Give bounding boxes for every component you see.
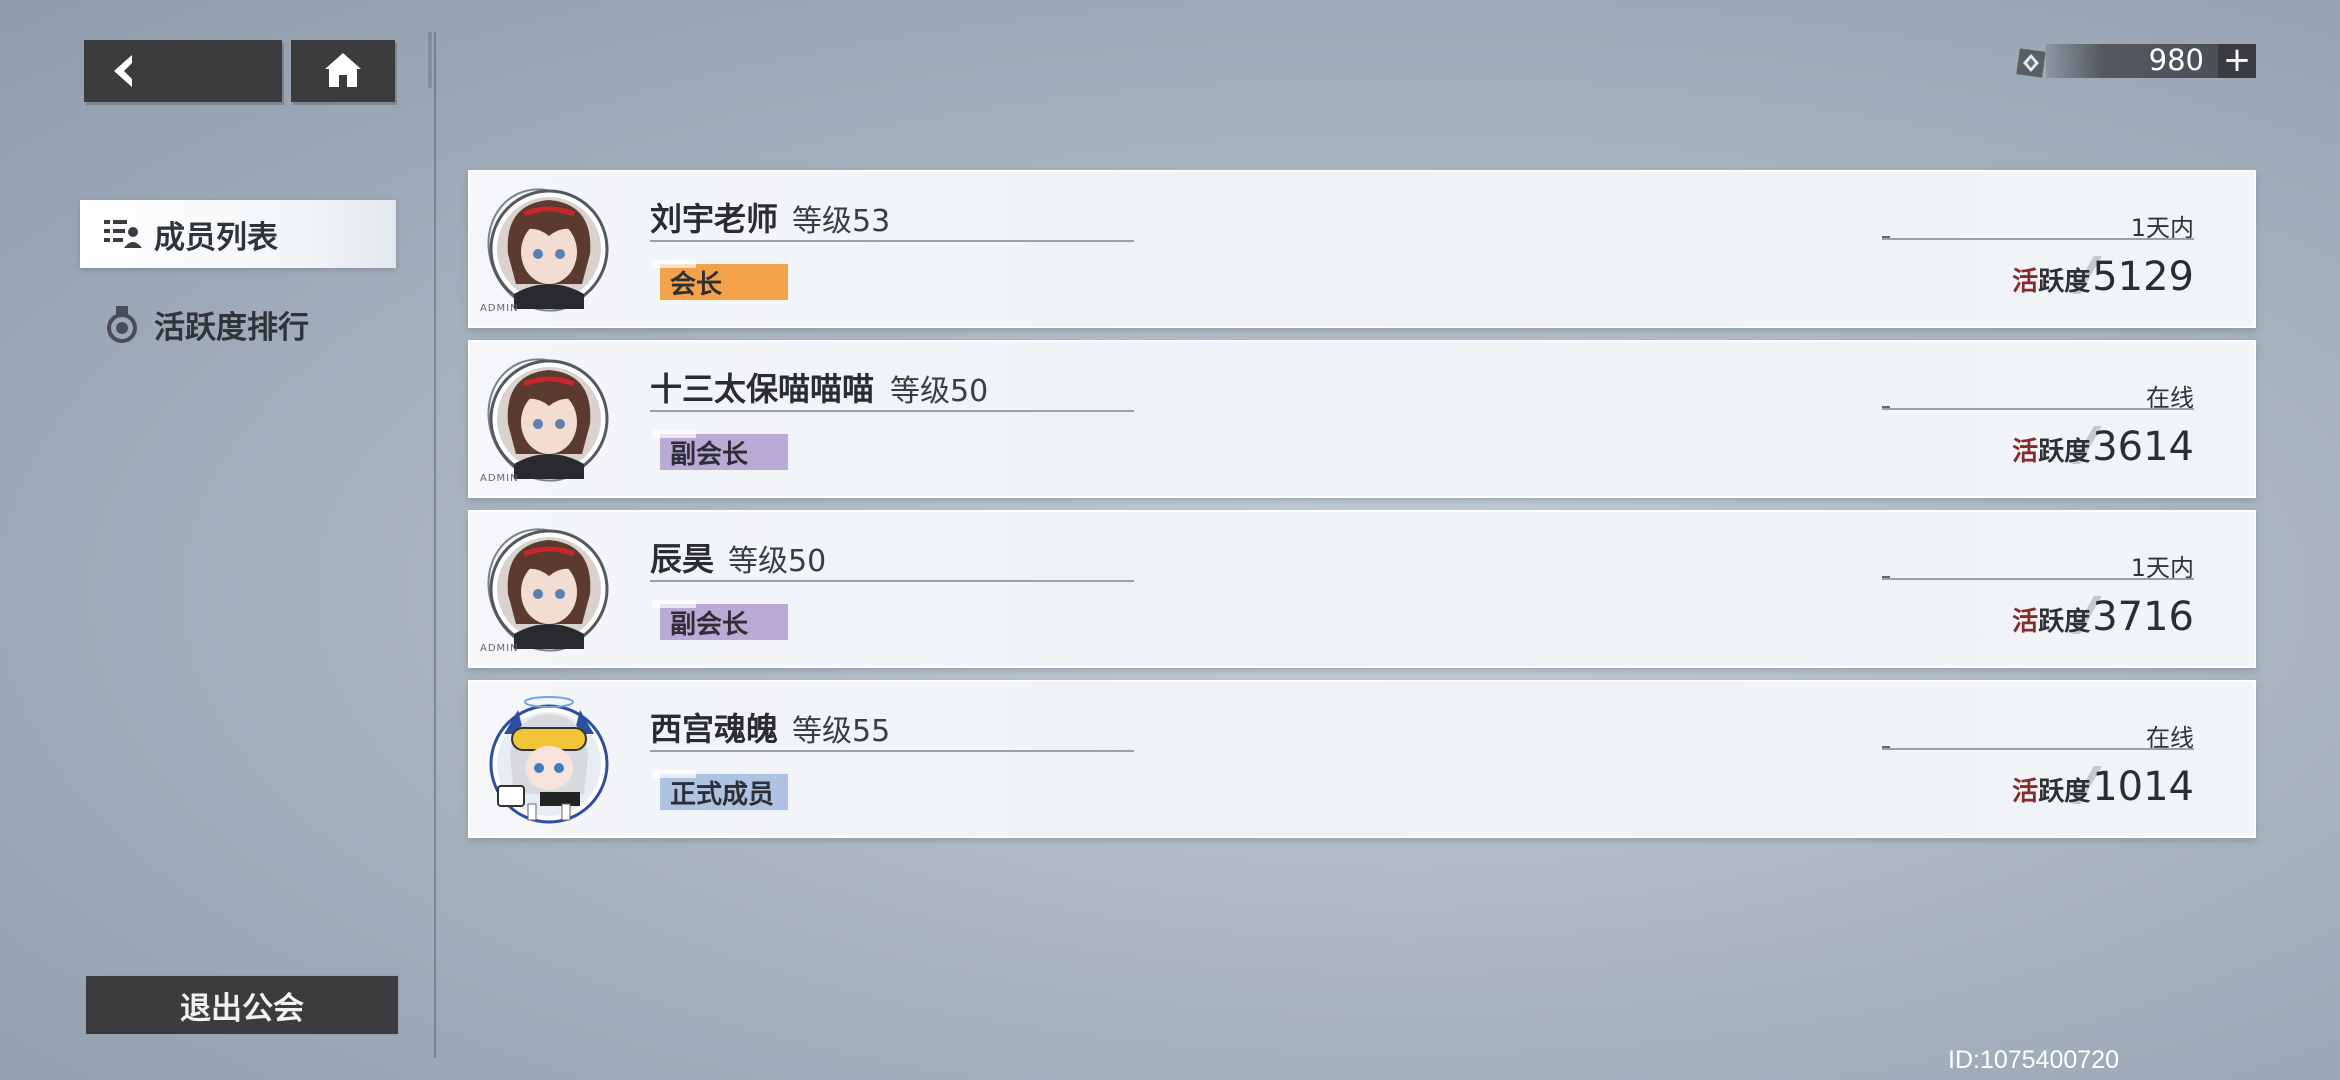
- admin-tag: ADMIN: [480, 303, 519, 314]
- name-underline: [650, 410, 1134, 412]
- member-level: 等级50: [890, 374, 989, 409]
- quit-guild-button[interactable]: 退出公会: [84, 974, 400, 1036]
- activity-value: 3716: [2092, 594, 2194, 640]
- currency-value: 980: [2148, 43, 2204, 77]
- quit-guild-label: 退出公会: [180, 990, 304, 1027]
- member-name: 辰昊: [650, 540, 715, 578]
- medal-icon: [107, 306, 137, 343]
- member-card[interactable]: ADMIN 刘宇老师 等级53 会长 1天内 活跃度 5129: [468, 170, 2256, 328]
- activity-label: 活跃度: [2012, 777, 2091, 807]
- role-label: 副会长: [670, 609, 749, 640]
- avatar: [487, 188, 609, 312]
- admin-tag: ADMIN: [480, 473, 519, 484]
- activity-label: 活跃度: [2012, 607, 2091, 637]
- activity-label: 活跃度: [2012, 437, 2091, 467]
- role-label: 副会长: [670, 439, 749, 470]
- nav-item-activity-ranking[interactable]: 活跃度排行: [80, 290, 396, 358]
- currency-crystal-icon: [2016, 48, 2046, 78]
- currency-bar: [2046, 44, 2232, 78]
- name-underline: [650, 580, 1134, 582]
- activity-value: 1014: [2092, 764, 2194, 810]
- status-underline: [1882, 578, 2194, 580]
- nav-item-label: 成员列表: [154, 219, 278, 256]
- home-button[interactable]: [291, 40, 395, 102]
- nav-item-member-list[interactable]: 成员列表: [80, 200, 396, 268]
- status-underline: [1882, 238, 2194, 240]
- add-currency-button[interactable]: +: [2218, 43, 2256, 78]
- member-card[interactable]: ADMIN 辰昊 等级50 副会长 1天内 活跃度 3716: [468, 510, 2256, 668]
- role-badge: 副会长: [652, 430, 788, 470]
- member-level: 等级53: [792, 204, 891, 239]
- member-name: 刘宇老师: [650, 200, 779, 238]
- status-underline: [1882, 408, 2194, 410]
- back-button[interactable]: [84, 40, 282, 102]
- member-card[interactable]: 西宫魂魄 等级55 正式成员 在线 活跃度 1014: [468, 680, 2256, 838]
- back-arrow-icon: [114, 55, 132, 87]
- admin-tag: ADMIN: [480, 643, 519, 654]
- activity-score: 活跃度 5129: [2012, 254, 2194, 300]
- member-level: 等级50: [728, 544, 827, 579]
- activity-score: 活跃度 3614: [2012, 424, 2194, 470]
- activity-score: 活跃度 1014: [2012, 764, 2194, 810]
- avatar: [489, 696, 609, 824]
- role-badge: 会长: [652, 260, 788, 300]
- member-card[interactable]: ADMIN 十三太保喵喵喵 等级50 副会长 在线 活跃度 3614: [468, 340, 2256, 498]
- nav-item-label: 活跃度排行: [154, 309, 309, 346]
- home-icon: [325, 53, 361, 87]
- member-list-icon: [104, 220, 142, 248]
- activity-value: 5129: [2092, 254, 2194, 300]
- guild-id: ID:1075400720: [1948, 1046, 2119, 1074]
- activity-label: 活跃度: [2012, 267, 2091, 297]
- role-label: 会长: [670, 269, 723, 300]
- role-badge: 正式成员: [652, 770, 788, 810]
- member-level: 等级55: [792, 714, 891, 749]
- member-name: 西宫魂魄: [650, 710, 779, 748]
- status-underline: [1882, 748, 2194, 750]
- currency-display: 980 +: [2010, 40, 2256, 78]
- role-badge: 副会长: [652, 600, 788, 640]
- activity-score: 活跃度 3716: [2012, 594, 2194, 640]
- avatar: [487, 528, 609, 652]
- name-underline: [650, 240, 1134, 242]
- member-name: 十三太保喵喵喵: [650, 370, 875, 408]
- activity-value: 3614: [2092, 424, 2194, 470]
- divider-accent: [428, 32, 432, 88]
- role-label: 正式成员: [670, 779, 775, 810]
- name-underline: [650, 750, 1134, 752]
- vertical-divider: [434, 32, 436, 1058]
- avatar: [487, 358, 609, 482]
